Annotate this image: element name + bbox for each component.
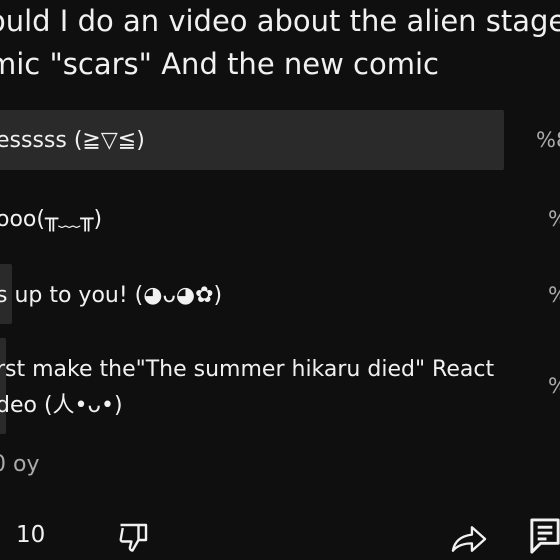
community-poll-post: ould I do an video about the alien stage… [0,0,560,560]
poll-question-line-2: mic "scars" And the new comic [0,47,439,81]
share-button[interactable] [450,521,488,557]
poll-option-4-label-line-1: rst make the"The summer hikaru died" Rea… [0,357,495,382]
comment-icon [530,518,560,554]
dislike-icon [119,523,148,552]
poll-option-1-label: esssss (≧▽≦) [0,128,145,153]
poll-option-3-label: s up to you! (◕ᴗ◕✿) [0,283,223,308]
poll-vote-count: 0 oy [0,452,40,477]
poll-option-2-percent: % [548,207,560,231]
comment-button[interactable] [528,517,560,555]
poll-question-line-1: ould I do an video about the alien stage [0,4,560,38]
poll-question: ould I do an video about the alien stage… [0,0,560,86]
poll-option-3-percent: % [548,283,560,307]
like-count: 10 [16,522,46,548]
poll-option-4-label-line-2: deo (人•ᴗ•) [0,393,123,418]
poll-option-4-percent: % [548,374,560,398]
dislike-button[interactable] [116,519,152,555]
share-icon [451,526,487,552]
poll-option-1-percent: %8 [536,128,560,152]
poll-option-2-label: ooo(╥﹏╥) [0,207,103,232]
